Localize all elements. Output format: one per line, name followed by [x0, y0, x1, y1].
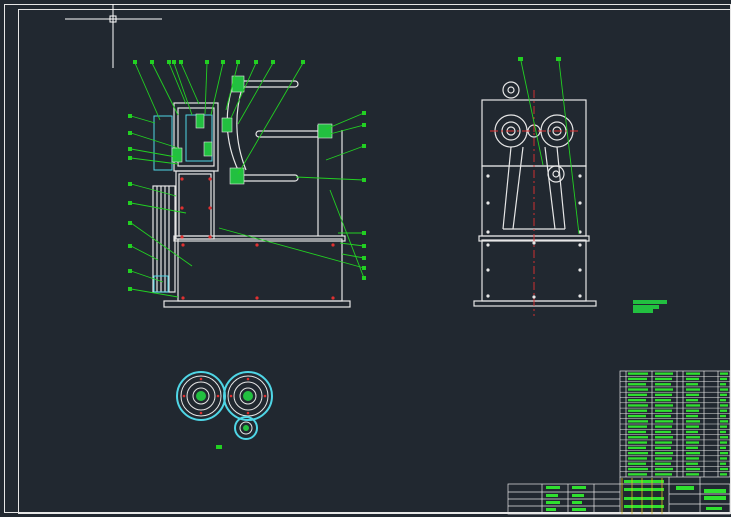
parts-list-entry: [720, 441, 727, 444]
parts-list-entry: [655, 393, 672, 396]
front-view-leaders: [130, 62, 365, 298]
parts-list-entry: [686, 388, 700, 391]
parts-list-entry: [628, 383, 646, 386]
parts-list-entry: [686, 452, 700, 455]
parts-list-entry: [655, 462, 671, 465]
parts-list-entry: [628, 457, 647, 460]
front-view[interactable]: [152, 80, 351, 308]
parts-list-entry: [686, 372, 700, 375]
parts-list-entry: [686, 457, 699, 460]
parts-list-entry: [655, 436, 673, 439]
parts-list-entry: [628, 467, 648, 471]
parts-list-entry: [720, 377, 727, 381]
parts-list-entry: [720, 473, 727, 476]
parts-list-entry: [686, 436, 700, 439]
parts-list-entry: [686, 377, 699, 381]
parts-list-entry: [655, 467, 673, 471]
gear-detail-label: [216, 445, 222, 449]
front-view-hatching: [153, 114, 213, 293]
side-view-balloons: [518, 57, 561, 61]
parts-list-entry: [720, 420, 728, 423]
side-view[interactable]: [473, 81, 597, 307]
parts-list-entry: [628, 446, 646, 449]
parts-list-entry: [686, 414, 698, 418]
parts-list-entry: [655, 446, 671, 449]
crosshair-cursor: [65, 4, 162, 68]
parts-list-entry: [686, 430, 698, 434]
parts-list-entry: [720, 436, 728, 439]
parts-list-entry: [720, 425, 727, 428]
drawing-frame: [4, 4, 731, 514]
parts-list-entry: [686, 425, 699, 428]
parts-list-entry: [655, 409, 672, 412]
parts-list-entry: [655, 404, 673, 407]
parts-list-entry: [628, 393, 647, 396]
parts-list-entry: [686, 446, 698, 449]
parts-list-entry: [686, 404, 700, 407]
parts-list-entry: [655, 441, 672, 444]
parts-list-entry: [628, 372, 648, 375]
parts-list-entry: [628, 414, 646, 418]
parts-list-entry: [628, 409, 647, 412]
parts-list-entry: [628, 436, 648, 439]
parts-list-entry: [686, 393, 699, 396]
parts-list-entry: [686, 473, 699, 476]
parts-list-entry: [655, 430, 671, 434]
parts-list-entry: [720, 467, 728, 471]
parts-list-entry: [720, 457, 727, 460]
parts-list-entry: [628, 452, 648, 455]
parts-list-entry: [628, 404, 648, 407]
parts-list-entry: [655, 425, 672, 428]
gear-detail[interactable]: [176, 371, 273, 449]
parts-list-entry: [720, 388, 728, 391]
parts-list-entry: [655, 399, 671, 402]
parts-list-entry: [628, 420, 648, 423]
parts-list-entry: [686, 409, 699, 412]
parts-list-entry: [720, 430, 726, 434]
parts-list-entry: [720, 414, 726, 418]
side-view-note: [633, 300, 667, 313]
parts-list-entry: [628, 377, 647, 381]
parts-list-entry: [686, 467, 700, 471]
parts-list-entry: [686, 462, 698, 465]
cad-drawing-canvas[interactable]: [0, 0, 731, 517]
parts-list-entry: [720, 452, 728, 455]
parts-list-entry: [655, 452, 673, 455]
parts-list-rows: [620, 372, 730, 476]
parts-list-entry: [655, 420, 673, 423]
parts-list-entry: [720, 404, 728, 407]
parts-list-entry: [628, 388, 648, 391]
parts-list-entry: [655, 372, 673, 375]
title-block[interactable]: [507, 477, 731, 515]
parts-list-entry: [655, 388, 673, 391]
parts-list-entry: [720, 399, 726, 402]
front-view-gears: [171, 75, 333, 185]
parts-list-entry: [628, 425, 647, 428]
parts-list-entry: [720, 409, 727, 412]
parts-list-entry: [655, 377, 672, 381]
parts-list-entry: [628, 473, 647, 476]
parts-list-entry: [720, 393, 727, 396]
parts-list-entry: [686, 383, 698, 386]
parts-list-entry: [628, 399, 646, 402]
parts-list-entry: [720, 372, 728, 375]
parts-list-entry: [655, 457, 672, 460]
parts-list-entry: [655, 414, 671, 418]
parts-list-entry: [686, 420, 700, 423]
parts-list-entry: [720, 462, 726, 465]
parts-list-entry: [686, 399, 698, 402]
parts-list-entry: [628, 462, 646, 465]
parts-list-entry: [655, 383, 671, 386]
parts-list-entry: [655, 473, 672, 476]
parts-list-entry: [686, 441, 699, 444]
parts-list-entry: [720, 446, 726, 449]
title-block-yellow-lines: [621, 478, 663, 514]
side-view-leaders: [520, 60, 580, 235]
parts-list-entry: [720, 383, 726, 386]
parts-list-entry: [628, 430, 646, 434]
parts-list-entry: [628, 441, 647, 444]
